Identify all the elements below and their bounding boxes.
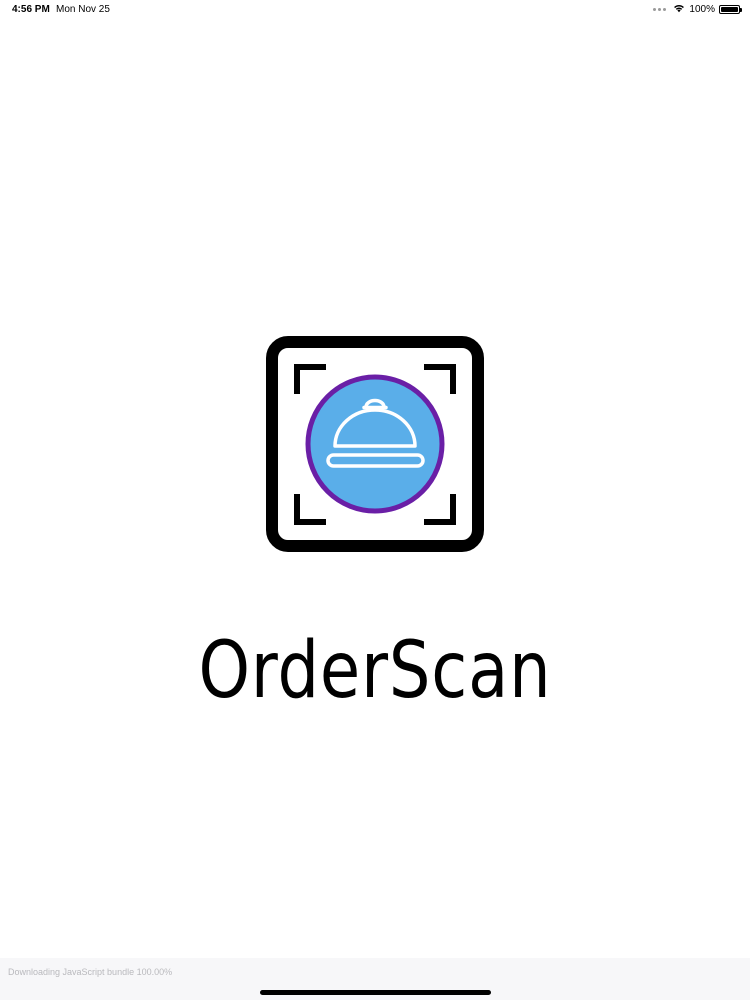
battery-icon	[719, 5, 742, 14]
wifi-icon	[673, 3, 685, 16]
status-bar: 4:56 PM Mon Nov 25 100%	[0, 0, 750, 18]
status-date: Mon Nov 25	[56, 4, 110, 15]
battery-percent: 100%	[689, 4, 715, 15]
app-logo	[266, 336, 484, 552]
app-name: OrderScan	[198, 626, 552, 716]
cloche-scan-icon	[266, 336, 484, 552]
logo-circle	[305, 374, 445, 514]
splash-screen: 4:56 PM Mon Nov 25 100% OrderScan Downlo…	[0, 0, 750, 1000]
status-time: 4:56 PM	[12, 4, 50, 15]
bundle-status-text: Downloading JavaScript bundle 100.00%	[8, 967, 173, 977]
status-indicators: 100%	[653, 3, 742, 16]
home-indicator[interactable]	[260, 990, 491, 995]
multitasking-dots-icon	[653, 8, 667, 11]
battery-fill	[721, 7, 738, 12]
